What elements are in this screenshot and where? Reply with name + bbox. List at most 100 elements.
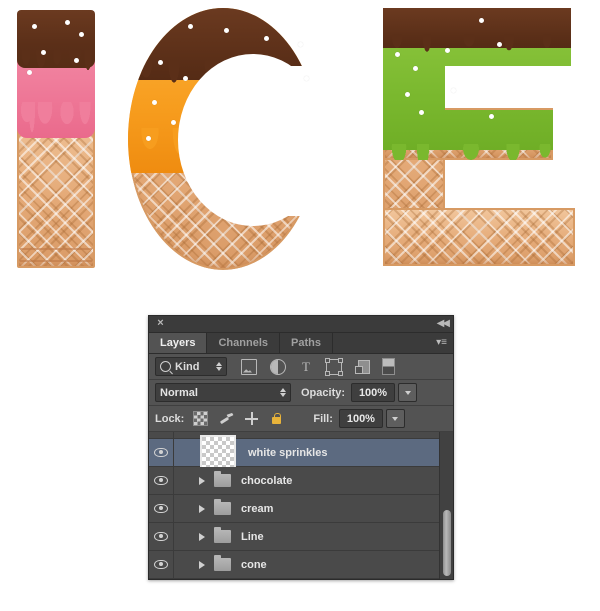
shape-layer-filter-icon[interactable] — [325, 357, 343, 376]
tab-channels[interactable]: Channels — [207, 333, 280, 353]
ice-cream-artwork — [0, 0, 600, 300]
blend-mode-select[interactable]: Normal — [155, 383, 291, 402]
fill-dropdown-icon[interactable] — [385, 409, 405, 428]
visibility-toggle-cell[interactable] — [149, 432, 174, 438]
sprinkle — [395, 52, 400, 57]
chevron-updown-icon — [275, 388, 286, 397]
lock-all-icon[interactable] — [270, 412, 283, 425]
layer-thumbnail[interactable] — [200, 434, 236, 471]
sprinkle — [74, 58, 79, 63]
table-row[interactable]: cone — [149, 551, 453, 579]
layer-name-label: Line — [241, 530, 264, 543]
tab-layers[interactable]: Layers — [149, 333, 208, 353]
panel-tab-bar: Layers Channels Paths ▾≡ — [149, 333, 453, 354]
folder-icon — [214, 555, 231, 571]
sprinkle — [497, 42, 502, 47]
letter-i-chocolate — [17, 10, 95, 86]
table-row[interactable]: Line — [149, 523, 453, 551]
folder-icon — [214, 499, 231, 515]
blend-mode-row: Normal Opacity: 100% — [149, 380, 453, 406]
eye-icon[interactable] — [154, 476, 168, 485]
chevron-right-icon[interactable] — [199, 504, 205, 513]
letter-e-waffle-bottom-arm — [383, 208, 575, 266]
sprinkle — [152, 100, 157, 105]
layer-row-partial-above[interactable] — [149, 432, 453, 439]
filter-kind-label: Kind — [175, 360, 200, 373]
layer-name-label: cream — [241, 502, 274, 515]
filter-type-icons: T — [241, 357, 395, 376]
sprinkle — [27, 70, 32, 75]
letter-e-artwork — [383, 8, 575, 266]
letter-e-chocolate — [383, 8, 571, 68]
lock-icon-group — [193, 411, 283, 426]
eye-icon[interactable] — [154, 448, 168, 457]
sprinkle — [445, 48, 450, 53]
lock-position-icon[interactable] — [245, 412, 259, 425]
fill-input[interactable]: 100% — [338, 409, 383, 428]
sprinkle — [41, 50, 46, 55]
tab-paths[interactable]: Paths — [280, 333, 333, 353]
visibility-toggle-cell[interactable] — [149, 523, 174, 550]
visibility-toggle-cell[interactable] — [149, 495, 174, 522]
photoshop-layers-panel: × ◀◀ Layers Channels Paths ▾≡ Kind T Nor… — [148, 315, 454, 580]
fill-label: Fill: — [313, 412, 333, 425]
chevron-right-icon[interactable] — [199, 476, 205, 485]
blend-mode-value: Normal — [160, 386, 198, 399]
sprinkle — [188, 24, 193, 29]
sprinkle — [489, 114, 494, 119]
smart-object-filter-icon[interactable] — [355, 359, 370, 374]
collapse-panel-icon[interactable]: ◀◀ — [437, 318, 450, 329]
lock-label: Lock: — [155, 412, 185, 425]
lock-transparent-pixels-icon[interactable] — [193, 411, 209, 426]
scrollbar-thumb[interactable] — [443, 510, 451, 576]
search-icon — [160, 361, 171, 372]
sprinkle — [264, 36, 269, 41]
opacity-input[interactable]: 100% — [351, 383, 396, 402]
letter-c-aperture — [248, 66, 338, 216]
lock-image-pixels-icon[interactable] — [220, 412, 233, 425]
panel-title-bar: × ◀◀ — [149, 316, 453, 333]
layer-list-scrollbar[interactable] — [439, 432, 453, 579]
eye-icon[interactable] — [154, 560, 168, 569]
filter-kind-select[interactable]: Kind — [155, 357, 227, 376]
sprinkle — [32, 24, 37, 29]
letter-i-artwork — [17, 10, 95, 268]
pixel-layer-filter-icon[interactable] — [241, 358, 257, 375]
table-row[interactable]: chocolate — [149, 467, 453, 495]
chevron-right-icon[interactable] — [199, 560, 205, 569]
folder-icon — [214, 527, 231, 543]
lock-row: Lock: Fill: 100% — [149, 406, 453, 432]
sprinkle — [298, 42, 303, 47]
panel-menu-icon[interactable]: ▾≡ — [436, 337, 447, 348]
screenshot-root: × ◀◀ Layers Channels Paths ▾≡ Kind T Nor… — [0, 0, 600, 611]
adjustment-layer-filter-icon[interactable] — [270, 358, 286, 375]
eye-icon[interactable] — [154, 532, 168, 541]
table-row[interactable]: cream — [149, 495, 453, 523]
sprinkle — [405, 92, 410, 97]
layer-name-label: cone — [241, 558, 267, 571]
sprinkle — [413, 66, 418, 71]
visibility-toggle-cell[interactable] — [149, 467, 174, 494]
sprinkle — [79, 32, 84, 37]
table-row[interactable]: white sprinkles — [149, 434, 453, 471]
visibility-toggle-cell[interactable] — [149, 551, 174, 578]
chevron-right-icon[interactable] — [199, 532, 205, 541]
letter-c-artwork — [128, 8, 338, 270]
close-icon[interactable]: × — [155, 318, 166, 329]
sprinkle — [419, 110, 424, 115]
sprinkle — [65, 20, 70, 25]
layer-filter-row: Kind T — [149, 354, 453, 380]
eye-icon[interactable] — [154, 504, 168, 513]
sprinkle — [224, 28, 229, 33]
sprinkle — [171, 120, 176, 125]
opacity-dropdown-icon[interactable] — [398, 383, 418, 402]
chevron-updown-icon — [211, 362, 222, 371]
sprinkle — [304, 76, 309, 81]
sprinkle — [451, 88, 456, 93]
layer-list[interactable]: white sprinkles chocolate cream Line con… — [149, 432, 453, 579]
folder-icon — [214, 471, 231, 487]
visibility-toggle-cell[interactable] — [149, 439, 174, 466]
filter-toggle-switch-icon[interactable] — [382, 358, 395, 375]
opacity-label: Opacity: — [301, 386, 346, 399]
type-layer-filter-icon[interactable]: T — [299, 359, 313, 374]
